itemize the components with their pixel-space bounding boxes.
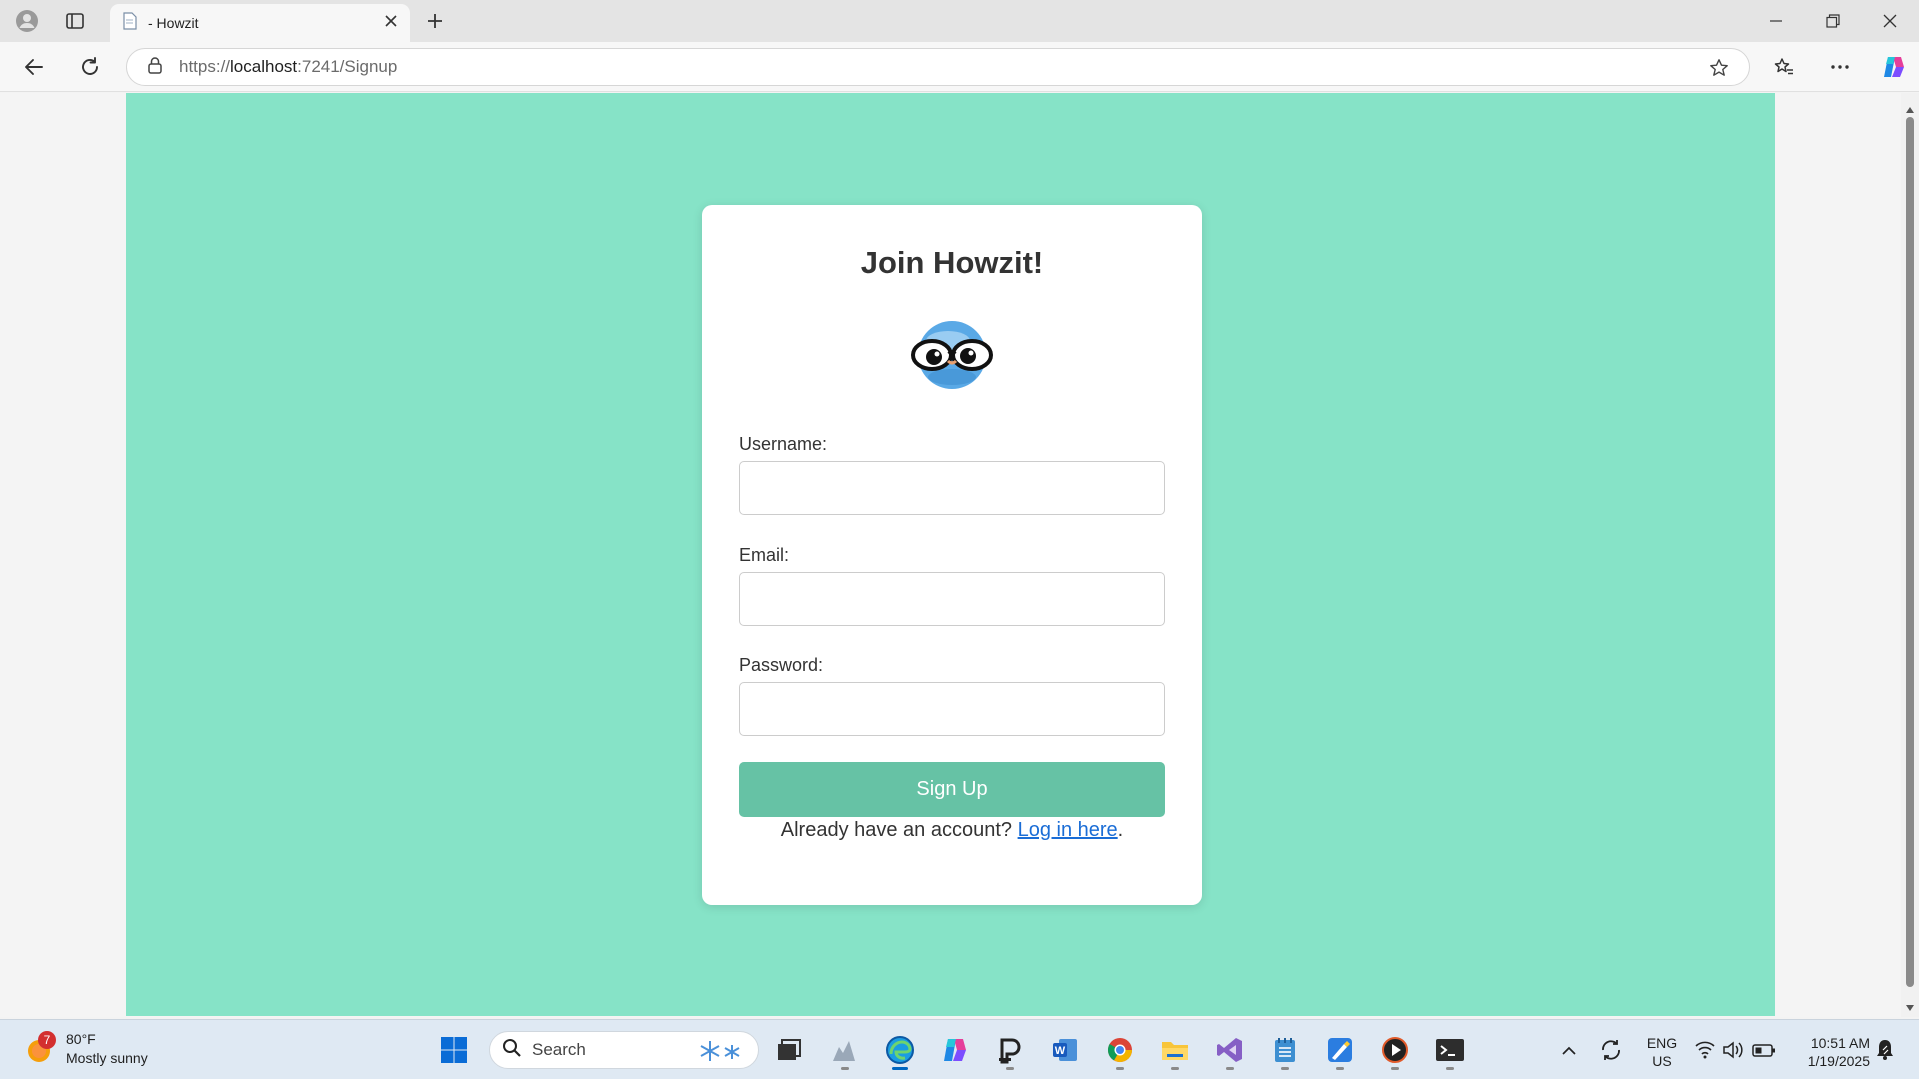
taskbar-search[interactable]: Search — [489, 1031, 759, 1069]
running-indicator — [1226, 1067, 1234, 1070]
wifi-icon[interactable] — [1694, 1030, 1716, 1070]
close-tab-icon[interactable] — [384, 14, 398, 33]
url-text: https://localhost:7241/Signup — [179, 57, 398, 76]
edge-icon[interactable] — [880, 1030, 920, 1070]
show-hidden-icons-icon[interactable] — [1560, 1030, 1578, 1070]
address-bar[interactable]: https://localhost:7241/Signup — [126, 48, 1750, 86]
file-explorer-icon[interactable] — [1155, 1030, 1195, 1070]
windows-taskbar: 7 80°F Mostly sunny Search W ENG US 10:5… — [0, 1019, 1919, 1079]
volume-icon[interactable] — [1722, 1030, 1744, 1070]
running-indicator — [1171, 1067, 1179, 1070]
clock-date: 1/19/2025 — [1807, 1053, 1870, 1069]
visual-studio-icon[interactable] — [1210, 1030, 1250, 1070]
weather-text: 80°F Mostly sunny — [66, 1030, 148, 1068]
username-input[interactable] — [739, 461, 1165, 515]
close-window-icon[interactable] — [1862, 0, 1918, 42]
system-clock[interactable]: 10:51 AM 1/19/2025 — [1790, 1034, 1870, 1070]
username-label: Username: — [739, 434, 828, 454]
refresh-icon[interactable] — [72, 50, 108, 84]
page-background: Join Howzit! Username: Email: Password: … — [126, 93, 1775, 1016]
browser-viewport: Join Howzit! Username: Email: Password: … — [0, 93, 1919, 1017]
weather-sun-icon: 7 — [24, 1031, 56, 1065]
more-options-icon[interactable] — [1822, 50, 1858, 84]
tab-title: - Howzit — [148, 15, 199, 31]
notifications-icon[interactable] — [1874, 1030, 1896, 1070]
active-indicator — [892, 1067, 908, 1070]
language-code: ENG — [1646, 1035, 1678, 1051]
word-icon[interactable]: W — [1045, 1030, 1085, 1070]
page-title: Join Howzit! — [860, 245, 1044, 280]
task-view-icon[interactable] — [769, 1030, 809, 1070]
clock-time: 10:51 AM — [1810, 1035, 1870, 1051]
new-tab-icon[interactable] — [418, 6, 452, 36]
widgets-icon[interactable] — [825, 1030, 865, 1070]
page-icon — [122, 11, 138, 35]
sign-up-button[interactable]: Sign Up — [739, 762, 1165, 817]
weather-temp: 80°F — [66, 1031, 96, 1047]
copilot-icon[interactable] — [1876, 50, 1912, 84]
vertical-scrollbar[interactable] — [1901, 93, 1919, 1017]
favorite-star-icon[interactable] — [1709, 58, 1729, 83]
login-prompt: Already have an account? Log in here. — [702, 819, 1202, 842]
lock-icon[interactable] — [147, 56, 163, 79]
svg-text:W: W — [1055, 1045, 1066, 1057]
running-indicator — [1446, 1067, 1454, 1070]
weather-desc: Mostly sunny — [66, 1050, 148, 1066]
weather-widget[interactable]: 7 80°F Mostly sunny — [24, 1030, 148, 1068]
howzit-logo — [904, 317, 1000, 393]
running-indicator — [1391, 1067, 1399, 1070]
search-placeholder: Search — [532, 1040, 586, 1059]
pycharm-icon[interactable] — [990, 1030, 1030, 1070]
minimize-icon[interactable] — [1748, 0, 1804, 42]
sync-icon[interactable] — [1598, 1030, 1624, 1070]
password-input[interactable] — [739, 682, 1165, 736]
paint-icon[interactable] — [1320, 1030, 1360, 1070]
running-indicator — [841, 1067, 849, 1070]
copilot-app-icon[interactable] — [935, 1030, 975, 1070]
tab-actions-icon[interactable] — [58, 6, 92, 36]
scrollbar-thumb[interactable] — [1906, 117, 1914, 987]
tab-howzit[interactable]: - Howzit — [110, 4, 410, 42]
login-prompt-text: Already have an account? — [780, 819, 1013, 841]
running-indicator — [1006, 1067, 1014, 1070]
back-icon[interactable] — [16, 50, 52, 84]
media-player-icon[interactable] — [1375, 1030, 1415, 1070]
region-code: US — [1652, 1053, 1672, 1069]
search-icon — [502, 1038, 522, 1063]
language-indicator[interactable]: ENG US — [1644, 1034, 1680, 1070]
favorites-icon[interactable] — [1766, 50, 1802, 84]
start-button[interactable] — [434, 1030, 474, 1070]
chrome-icon[interactable] — [1100, 1030, 1140, 1070]
scroll-down-icon[interactable] — [1905, 999, 1915, 1017]
login-link[interactable]: Log in here — [1018, 819, 1118, 841]
running-indicator — [1336, 1067, 1344, 1070]
battery-icon[interactable] — [1752, 1030, 1776, 1070]
browser-toolbar: https://localhost:7241/Signup — [0, 42, 1919, 92]
email-label: Email: — [739, 545, 790, 565]
running-indicator — [1281, 1067, 1289, 1070]
signup-card: Join Howzit! Username: Email: Password: … — [702, 205, 1202, 905]
running-indicator — [1116, 1067, 1124, 1070]
email-input[interactable] — [739, 572, 1165, 626]
restore-icon[interactable] — [1805, 0, 1861, 42]
login-suffix: . — [1117, 819, 1124, 841]
weather-badge: 7 — [38, 1031, 56, 1049]
snowflake-icon — [696, 1038, 748, 1069]
browser-tab-bar: - Howzit — [0, 0, 1919, 42]
terminal-icon[interactable] — [1430, 1030, 1470, 1070]
password-label: Password: — [739, 655, 824, 675]
profile-icon[interactable] — [10, 6, 44, 36]
notepad-icon[interactable] — [1265, 1030, 1305, 1070]
